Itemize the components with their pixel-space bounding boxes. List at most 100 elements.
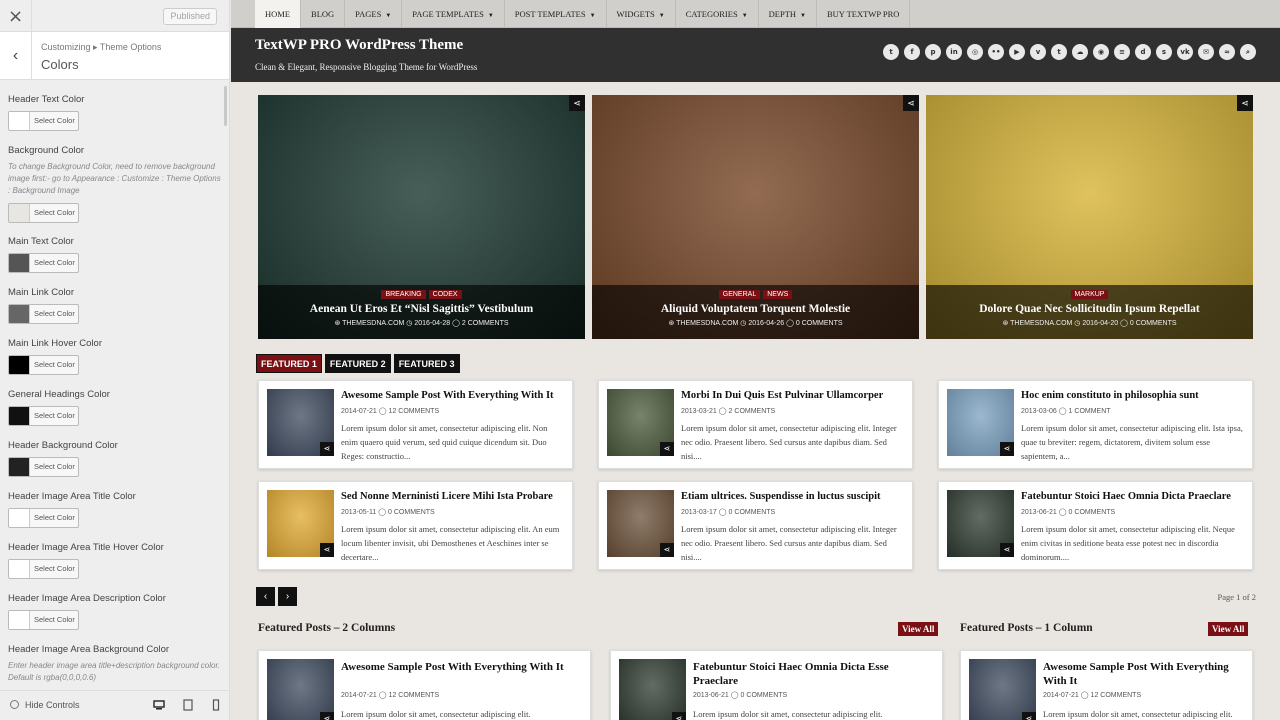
slide-title[interactable]: Dolore Quae Nec Sollicitudin Ipsum Repel… xyxy=(926,303,1253,315)
view-all-button[interactable]: View All xyxy=(1208,622,1249,636)
site-title[interactable]: TextWP PRO WordPress Theme xyxy=(255,37,463,54)
post-card[interactable]: ⋖ Awesome Sample Post With Everything Wit… xyxy=(258,650,591,720)
post-title[interactable]: Fatebuntur Stoici Haec Omnia Dicta Esse … xyxy=(693,660,934,688)
linkedin-icon[interactable]: in xyxy=(946,44,962,60)
email-icon[interactable]: ✉ xyxy=(1198,44,1214,60)
tab-featured-1[interactable]: FEATURED 1 xyxy=(256,354,322,373)
post-card[interactable]: ⋖ Hoc enim constituto in philosophia sunt… xyxy=(938,380,1253,469)
share-icon[interactable]: ⋖ xyxy=(672,712,686,720)
post-thumbnail[interactable]: ⋖ xyxy=(267,490,334,557)
select-color-button[interactable]: Select Color xyxy=(8,610,79,630)
share-icon[interactable]: ⋖ xyxy=(1000,543,1014,557)
digg-icon[interactable]: d xyxy=(1135,44,1151,60)
category-badge[interactable]: CODEX xyxy=(428,290,462,299)
post-title[interactable]: Awesome Sample Post With Everything With… xyxy=(341,660,582,674)
twitter-icon[interactable]: t xyxy=(883,44,899,60)
slide-title[interactable]: Aliquid Voluptatem Torquent Molestie xyxy=(592,303,919,315)
category-badge[interactable]: NEWS xyxy=(763,290,793,299)
post-card[interactable]: ⋖ Awesome Sample Post With Everything Wit… xyxy=(960,650,1253,720)
facebook-icon[interactable]: f xyxy=(904,44,920,60)
post-comments[interactable]: 12 COMMENTS xyxy=(389,408,440,415)
post-title[interactable]: Hoc enim constituto in philosophia sunt xyxy=(1021,390,1244,401)
post-thumbnail[interactable]: ⋖ xyxy=(969,659,1036,720)
youtube-icon[interactable]: ▶ xyxy=(1009,44,1025,60)
share-icon[interactable]: ⋖ xyxy=(903,95,919,111)
post-comments[interactable]: 0 COMMENTS xyxy=(729,509,776,516)
select-color-button[interactable]: Select Color xyxy=(8,406,79,426)
published-button[interactable]: Published xyxy=(163,8,217,25)
post-comments[interactable]: 0 COMMENTS xyxy=(388,509,435,516)
mobile-preview-icon[interactable] xyxy=(210,699,222,711)
post-card[interactable]: ⋖ Fatebuntur Stoici Haec Omnia Dicta Esse… xyxy=(610,650,943,720)
search-icon[interactable]: ⌕ xyxy=(1240,44,1256,60)
select-color-button[interactable]: Select Color xyxy=(8,111,79,131)
share-icon[interactable]: ⋖ xyxy=(1000,442,1014,456)
slide[interactable]: ⋖ MARKUP Dolore Quae Nec Sollicitudin Ipsu… xyxy=(926,95,1253,339)
post-thumbnail[interactable]: ⋖ xyxy=(607,389,674,456)
select-color-button[interactable]: Select Color xyxy=(8,508,79,528)
nav-item-categories[interactable]: CATEGORIES ▼ xyxy=(676,0,759,28)
post-title[interactable]: Sed Nonne Merninisti Licere Mihi Ista Pr… xyxy=(341,491,564,502)
share-icon[interactable]: ⋖ xyxy=(320,442,334,456)
prev-page-button[interactable]: ‹ xyxy=(256,587,275,606)
rss-icon[interactable]: ≈ xyxy=(1219,44,1235,60)
post-card[interactable]: ⋖ Awesome Sample Post With Everything Wit… xyxy=(258,380,573,469)
post-thumbnail[interactable]: ⋖ xyxy=(947,490,1014,557)
share-icon[interactable]: ⋖ xyxy=(660,442,674,456)
category-badge[interactable]: GENERAL xyxy=(718,290,761,299)
stumbleupon-icon[interactable]: s xyxy=(1156,44,1172,60)
post-card[interactable]: ⋖ Fatebuntur Stoici Haec Omnia Dicta Prae… xyxy=(938,481,1253,570)
post-title[interactable]: Morbi In Dui Quis Est Pulvinar Ullamcorp… xyxy=(681,390,904,401)
slide[interactable]: ⋖ GENERAL NEWS Aliquid Voluptatem Torquent … xyxy=(592,95,919,339)
vk-icon[interactable]: vk xyxy=(1177,44,1193,60)
post-card[interactable]: ⋖ Morbi In Dui Quis Est Pulvinar Ullamcor… xyxy=(598,380,913,469)
tab-featured-2[interactable]: FEATURED 2 xyxy=(324,354,391,373)
hide-controls-button[interactable]: Hide Controls xyxy=(10,700,80,710)
select-color-button[interactable]: Select Color xyxy=(8,304,79,324)
nav-item-blog[interactable]: BLOG xyxy=(301,0,346,28)
instagram-icon[interactable]: ◎ xyxy=(967,44,983,60)
select-color-button[interactable]: Select Color xyxy=(8,253,79,273)
post-comments[interactable]: 0 COMMENTS xyxy=(1069,509,1116,516)
category-badge[interactable]: MARKUP xyxy=(1070,290,1109,299)
nav-item-depth[interactable]: DEPTH ▼ xyxy=(759,0,817,28)
share-icon[interactable]: ⋖ xyxy=(660,543,674,557)
share-icon[interactable]: ⋖ xyxy=(1237,95,1253,111)
share-icon[interactable]: ⋖ xyxy=(1022,712,1036,720)
post-comments[interactable]: 12 COMMENTS xyxy=(1091,692,1142,699)
vimeo-icon[interactable]: v xyxy=(1030,44,1046,60)
post-thumbnail[interactable]: ⋖ xyxy=(267,659,334,720)
scrollbar[interactable] xyxy=(224,86,227,126)
nav-item-page-templates[interactable]: PAGE TEMPLATES ▼ xyxy=(402,0,505,28)
next-page-button[interactable]: › xyxy=(278,587,297,606)
post-thumbnail[interactable]: ⋖ xyxy=(619,659,686,720)
post-comments[interactable]: 2 COMMENTS xyxy=(729,408,776,415)
tab-featured-3[interactable]: FEATURED 3 xyxy=(393,354,460,373)
slideshare-icon[interactable]: ≡ xyxy=(1114,44,1130,60)
post-thumbnail[interactable]: ⋖ xyxy=(947,389,1014,456)
tumblr-icon[interactable]: t xyxy=(1051,44,1067,60)
share-icon[interactable]: ⋖ xyxy=(320,543,334,557)
nav-item-widgets[interactable]: WIDGETS ▼ xyxy=(607,0,676,28)
post-title[interactable]: Awesome Sample Post With Everything With… xyxy=(1043,660,1244,688)
post-thumbnail[interactable]: ⋖ xyxy=(267,389,334,456)
post-comments[interactable]: 12 COMMENTS xyxy=(389,692,440,699)
post-card[interactable]: ⋖ Sed Nonne Merninisti Licere Mihi Ista P… xyxy=(258,481,573,570)
view-all-button[interactable]: View All xyxy=(898,622,939,636)
github-icon[interactable]: ◉ xyxy=(1093,44,1109,60)
post-thumbnail[interactable]: ⋖ xyxy=(607,490,674,557)
flickr-icon[interactable]: •• xyxy=(988,44,1004,60)
post-comments[interactable]: 1 COMMENT xyxy=(1069,408,1111,415)
desktop-preview-icon[interactable] xyxy=(153,699,165,711)
nav-item-home[interactable]: HOME xyxy=(255,0,302,28)
post-title[interactable]: Awesome Sample Post With Everything With… xyxy=(341,390,564,401)
select-color-button[interactable]: Select Color xyxy=(8,559,79,579)
nav-item-buy-textwp-pro[interactable]: BUY TEXTWP PRO xyxy=(817,0,911,28)
select-color-button[interactable]: Select Color xyxy=(8,457,79,477)
post-title[interactable]: Fatebuntur Stoici Haec Omnia Dicta Praec… xyxy=(1021,491,1244,502)
select-color-button[interactable]: Select Color xyxy=(8,355,79,375)
category-badge[interactable]: BREAKING xyxy=(381,290,426,299)
soundcloud-icon[interactable]: ☁ xyxy=(1072,44,1088,60)
slide-title[interactable]: Aenean Ut Eros Et “Nisl Sagittis” Vestib… xyxy=(258,303,585,315)
slide[interactable]: ⋖ BREAKING CODEX Aenean Ut Eros Et “Nisl Sa… xyxy=(258,95,585,339)
